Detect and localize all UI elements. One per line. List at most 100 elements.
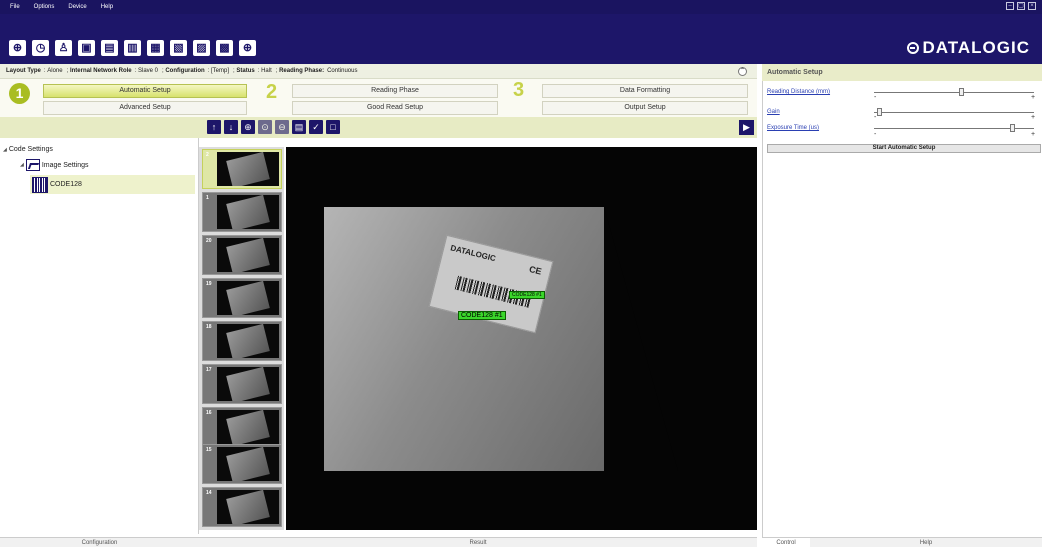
image-viewer[interactable]: DATALOGIC CE CODE128 #1 CODE128 #1 [286, 147, 757, 530]
download-icon[interactable]: ▨ [193, 40, 210, 56]
gain-slider[interactable] [874, 108, 1034, 116]
plus-icon: + [1031, 94, 1036, 101]
exposure-time-label[interactable]: Exposure Time (us) [767, 125, 819, 131]
layout-type-value: Alone [47, 68, 63, 74]
expand-icon[interactable]: ◢ [20, 162, 24, 168]
thumbnail-number: 16 [206, 410, 212, 416]
window-controls: – ▢ × [1006, 2, 1036, 10]
tree-node-image-settings[interactable]: ◢ Image Settings [20, 159, 89, 171]
zoom-out-icon[interactable]: ⊖ [275, 120, 289, 134]
tree-node-code-settings[interactable]: ◢ Code Settings [3, 146, 53, 153]
image-toolbar: ↑ ↓ ⊕ ⊙ ⊖ ▤ ✓ □ ▶ [199, 117, 757, 138]
barcode-icon [32, 176, 48, 193]
thumbnail-item[interactable]: 20 [202, 235, 282, 275]
menu-help[interactable]: Help [94, 4, 120, 10]
thumbnail-image [217, 490, 279, 524]
thumbnail-image [217, 281, 279, 315]
collapse-icon[interactable]: ⌃ [738, 67, 747, 76]
frame-icon[interactable]: □ [326, 120, 340, 134]
tab-help[interactable]: Help [810, 537, 1042, 547]
thumbnail-number: 14 [206, 490, 212, 496]
thumbnail-item[interactable]: 18 [202, 321, 282, 361]
output-setup-button[interactable]: Output Setup [542, 101, 748, 115]
expand-icon[interactable]: ◢ [3, 147, 7, 153]
reading-phase-value: Continuous [327, 68, 358, 74]
plus-circle-icon[interactable]: ⊕ [9, 40, 26, 56]
save-image-icon[interactable]: ▤ [292, 120, 306, 134]
data-formatting-button[interactable]: Data Formatting [542, 84, 748, 98]
status-strip: Layout Type: Alone; Internal Network Rol… [0, 64, 757, 79]
configuration-value: [Temp] [211, 68, 230, 74]
thumbnail-image [217, 447, 279, 481]
restore-icon[interactable]: ▢ [1017, 2, 1025, 10]
thumbnail-item[interactable]: 19 [202, 278, 282, 318]
thumbnail-number: 18 [206, 324, 212, 330]
monitor-icon[interactable]: ▤ [101, 40, 118, 56]
good-read-setup-button[interactable]: Good Read Setup [292, 101, 498, 115]
zoom-fit-icon[interactable]: ⊙ [258, 120, 272, 134]
tree-node-label: Image Settings [41, 161, 89, 169]
thumbnail-item[interactable]: 15 [202, 444, 282, 484]
minimize-icon[interactable]: – [1006, 2, 1014, 10]
slider-thumb[interactable] [1010, 124, 1016, 132]
thumbnail-image [217, 367, 279, 401]
thumbnail-image [217, 238, 279, 272]
thumbnail-item[interactable]: 17 [202, 364, 282, 404]
window-icon[interactable]: ▣ [78, 40, 95, 56]
brand-name: DATALOGIC [922, 38, 1030, 57]
menu-file[interactable]: File [0, 4, 27, 10]
barcode-icon[interactable]: ▦ [147, 40, 164, 56]
close-icon[interactable]: × [1028, 2, 1036, 10]
image-icon [25, 159, 40, 171]
menu-options[interactable]: Options [27, 4, 62, 10]
minus-icon: - [874, 131, 877, 138]
arrow-down-icon[interactable]: ↓ [224, 120, 238, 134]
label-brand: DATALOGIC [449, 243, 497, 264]
tab-result[interactable]: Result [199, 537, 757, 547]
thumbnail-item[interactable]: 1 [202, 192, 282, 232]
decode-result-tag[interactable]: CODE128 #1 [509, 291, 545, 299]
tree-node-label: Code Settings [8, 146, 53, 153]
play-icon[interactable]: ▶ [739, 120, 754, 135]
start-automatic-setup-button[interactable]: Start Automatic Setup [767, 144, 1041, 153]
check-icon[interactable]: ✓ [309, 120, 323, 134]
configuration-label: Configuration [165, 68, 205, 74]
slider-thumb[interactable] [877, 108, 883, 116]
plus-icon: + [1031, 114, 1036, 121]
setup-wizard: 1 2 3 Automatic Setup Advanced Setup Rea… [0, 79, 757, 117]
gain-label[interactable]: Gain [767, 109, 780, 115]
menu-device[interactable]: Device [61, 4, 93, 10]
reading-phase-label: Reading Phase: [279, 68, 325, 74]
plus-icon: + [1031, 131, 1036, 138]
tree-node-code128[interactable]: CODE128 [30, 175, 195, 194]
reading-distance-label[interactable]: Reading Distance (mm) [767, 89, 830, 95]
thumbnail-number: 1 [206, 195, 209, 201]
automatic-setup-button[interactable]: Automatic Setup [43, 84, 247, 98]
thumbnail-item[interactable]: 14 [202, 487, 282, 527]
label-ce-mark: CE [528, 263, 543, 277]
tab-configuration[interactable]: Configuration [0, 537, 199, 547]
clock-icon[interactable]: ◷ [32, 40, 49, 56]
slider-thumb[interactable] [959, 88, 965, 96]
reading-phase-button[interactable]: Reading Phase [292, 84, 498, 98]
reading-distance-slider[interactable] [874, 88, 1034, 96]
crosshair-icon[interactable]: ⊕ [239, 40, 256, 56]
toolbar-buttons: ⊕ ◷ ♙ ▣ ▤ ▥ ▦ ▧ ▨ ▩ ⊕ [9, 40, 256, 56]
arrow-up-icon[interactable]: ↑ [207, 120, 221, 134]
monitor-settings-icon[interactable]: ▥ [124, 40, 141, 56]
save-icon[interactable]: ▧ [170, 40, 187, 56]
step-2-badge: 2 [266, 81, 278, 103]
exposure-time-slider[interactable] [874, 124, 1034, 132]
main-toolbar: ⊕ ◷ ♙ ▣ ▤ ▥ ▦ ▧ ▨ ▩ ⊕ DATALOGIC [0, 14, 1042, 64]
tab-control[interactable]: Control [762, 537, 810, 547]
decode-result-tag[interactable]: CODE128 #1 [458, 311, 506, 320]
box-edge-shadow [604, 207, 678, 471]
user-icon[interactable]: ♙ [55, 40, 72, 56]
thumbnail-item[interactable]: 16 [202, 407, 282, 447]
thumbnail-number: 17 [206, 367, 212, 373]
zoom-in-icon[interactable]: ⊕ [241, 120, 255, 134]
thumbnail-item[interactable]: 2 [202, 149, 282, 189]
upload-icon[interactable]: ▩ [216, 40, 233, 56]
minus-icon: - [874, 94, 877, 101]
advanced-setup-button[interactable]: Advanced Setup [43, 101, 247, 115]
